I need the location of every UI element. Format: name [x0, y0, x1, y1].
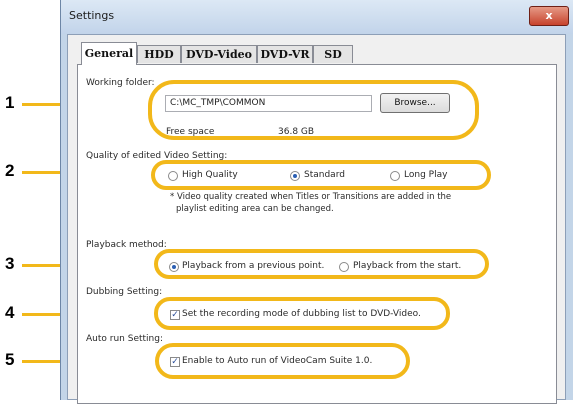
- tab-sd[interactable]: SD: [313, 45, 353, 63]
- quality-note-line-2: playlist editing area can be changed.: [176, 204, 334, 214]
- callout-number-3: 3: [5, 254, 15, 273]
- callout-number-4: 4: [5, 303, 15, 322]
- tab-hdd[interactable]: HDD: [137, 45, 181, 63]
- playback-method-label: Playback method:: [86, 240, 167, 250]
- highlight-playback: [154, 249, 489, 279]
- tab-dvd-vr[interactable]: DVD-VR: [257, 45, 313, 63]
- autorun-setting-label: Auto run Setting:: [86, 334, 163, 344]
- tab-dvd-video[interactable]: DVD-Video: [181, 45, 257, 63]
- highlight-working-folder: [148, 80, 479, 140]
- tab-general[interactable]: General: [81, 42, 137, 65]
- quality-note-line-1: * Video quality created when Titles or T…: [170, 192, 452, 202]
- highlight-quality: [151, 160, 491, 190]
- settings-window: Settings x General HDD DVD-Video DVD-VR …: [60, 0, 573, 404]
- working-folder-label: Working folder:: [86, 78, 155, 88]
- window-title: Settings: [69, 9, 115, 22]
- dubbing-setting-label: Dubbing Setting:: [86, 287, 163, 297]
- callout-number-5: 5: [5, 350, 15, 369]
- highlight-dubbing: [154, 297, 450, 330]
- callout-number-2: 2: [5, 161, 15, 180]
- highlight-autorun: [155, 343, 410, 379]
- close-button[interactable]: x: [529, 6, 569, 26]
- callout-number-1: 1: [5, 93, 15, 112]
- title-bar[interactable]: Settings x: [61, 0, 573, 34]
